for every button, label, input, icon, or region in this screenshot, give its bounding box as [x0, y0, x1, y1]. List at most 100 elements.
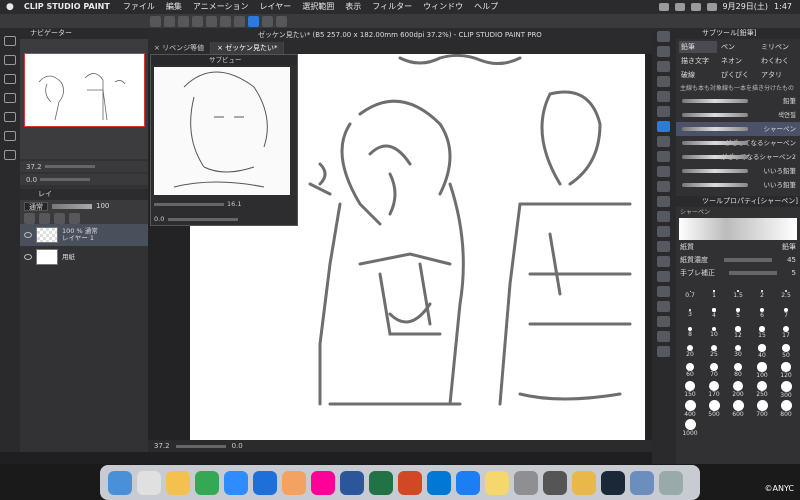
zoom-slider[interactable] — [44, 165, 95, 168]
brush-size-cell[interactable]: 4 — [702, 304, 726, 323]
opacity-slider[interactable] — [52, 203, 92, 209]
brush-size-cell[interactable]: 400 — [678, 399, 702, 418]
visibility-icon[interactable] — [24, 232, 32, 238]
subtool-tab[interactable]: 描き文字 — [679, 55, 717, 67]
airbrush-tool-icon[interactable] — [657, 166, 670, 177]
eyedropper-tool-icon[interactable] — [657, 106, 670, 117]
brush-item[interactable]: がざってなるシャーペン2 — [676, 150, 800, 164]
status-angle[interactable]: 0.0 — [232, 442, 243, 450]
dock-app-icon[interactable] — [572, 470, 596, 495]
brush-size-cell[interactable]: 70 — [702, 361, 726, 380]
menu-file[interactable]: ファイル — [123, 0, 155, 14]
brush-item[interactable]: いいろ鉛筆 — [676, 164, 800, 178]
dock-app-icon[interactable] — [224, 470, 248, 495]
subtool-tab[interactable]: ペン — [719, 41, 757, 53]
brush-item[interactable]: 鉛筆 — [676, 94, 800, 108]
pen-tool-icon[interactable] — [657, 136, 670, 147]
subtool-tab[interactable]: ネオン — [719, 55, 757, 67]
status-zoom-slider[interactable] — [175, 444, 226, 448]
brush-size-cell[interactable]: 300 — [774, 380, 798, 399]
snap-ruler-icon[interactable] — [248, 15, 259, 27]
panel-icon[interactable] — [4, 150, 16, 160]
brush-size-cell[interactable]: 600 — [726, 399, 750, 418]
dock-app-icon[interactable] — [369, 470, 393, 495]
brush-size-cell[interactable]: 30 — [726, 342, 750, 361]
text-tool-icon[interactable] — [657, 301, 670, 312]
app-menu[interactable]: CLIP STUDIO PAINT — [24, 0, 110, 14]
brush-size-cell[interactable]: 17 — [774, 323, 798, 342]
menu-view[interactable]: 表示 — [345, 0, 361, 14]
blend-mode-select[interactable]: 通常 — [24, 201, 48, 211]
subview-image[interactable] — [154, 67, 290, 195]
brush-size-cell[interactable]: 100 — [750, 361, 774, 380]
dock-app-icon[interactable] — [137, 470, 161, 495]
dock-app-icon[interactable] — [514, 470, 538, 495]
brush-size-cell[interactable]: 2 — [750, 285, 774, 304]
color-swatch-icon[interactable] — [657, 346, 670, 357]
folder-icon[interactable] — [39, 212, 50, 224]
move-tool-icon[interactable] — [657, 76, 670, 87]
angle-value[interactable]: 0.0 — [26, 176, 37, 184]
cloud-icon[interactable] — [658, 3, 669, 11]
brush-size-cell[interactable]: 10 — [702, 323, 726, 342]
dock-app-icon[interactable] — [282, 470, 306, 495]
dock-app-icon[interactable] — [601, 470, 625, 495]
decoration-tool-icon[interactable] — [657, 181, 670, 192]
menu-layer[interactable]: レイヤー — [260, 0, 292, 14]
brush-size-cell[interactable]: 800 — [774, 399, 798, 418]
dock-app-icon[interactable] — [630, 470, 654, 495]
density-slider[interactable] — [723, 257, 772, 262]
operation-tool-icon[interactable] — [657, 61, 670, 72]
brush-size-cell[interactable]: 50 — [774, 342, 798, 361]
blend-tool-icon[interactable] — [657, 211, 670, 222]
brush-item[interactable]: いいろ鉛筆 — [676, 178, 800, 192]
brush-size-cell[interactable]: 8 — [678, 323, 702, 342]
panel-icon[interactable] — [4, 131, 16, 141]
snap-point-icon[interactable] — [276, 15, 287, 27]
navigator-thumbnail[interactable] — [24, 53, 145, 127]
gradient-tool-icon[interactable] — [657, 241, 670, 252]
brush-size-cell[interactable]: 120 — [774, 361, 798, 380]
brush-size-cell[interactable]: 1.5 — [726, 285, 750, 304]
menu-window[interactable]: ウィンドウ — [423, 0, 463, 14]
trash-icon[interactable] — [69, 212, 80, 224]
dock-app-icon[interactable] — [195, 470, 219, 495]
pencil-tool-icon[interactable] — [657, 121, 670, 132]
dock-app-icon[interactable] — [340, 470, 364, 495]
brush-size-cell[interactable]: 1000 — [678, 418, 702, 437]
brush-size-cell[interactable]: 150 — [678, 380, 702, 399]
property-row[interactable]: 紙質濃度 45 — [676, 253, 800, 266]
dock-app-icon[interactable] — [543, 470, 567, 495]
angle-slider[interactable] — [40, 178, 91, 181]
redo-icon[interactable] — [164, 15, 175, 27]
menu-selection[interactable]: 選択範囲 — [302, 0, 334, 14]
brush-size-cell[interactable]: 60 — [678, 361, 702, 380]
figure-tool-icon[interactable] — [657, 256, 670, 267]
tab-zekken[interactable]: × ゼッケン見たい* — [211, 42, 285, 54]
brush-size-cell[interactable]: 1 — [702, 285, 726, 304]
brush-size-cell[interactable]: 170 — [702, 380, 726, 399]
menu-edit[interactable]: 編集 — [166, 0, 182, 14]
fill-icon[interactable] — [192, 15, 203, 27]
panel-icon[interactable] — [4, 55, 16, 65]
brush-item[interactable]: がざってなるシャーペン — [676, 136, 800, 150]
brush-size-cell[interactable]: 2.5 — [774, 285, 798, 304]
subtool-tab[interactable]: アタリ — [759, 69, 797, 81]
dock-app-icon[interactable] — [253, 470, 277, 495]
dock-app-icon[interactable] — [485, 470, 509, 495]
dock-app-icon[interactable] — [427, 470, 451, 495]
dock-app-icon[interactable] — [311, 470, 335, 495]
subview-angle-slider[interactable] — [168, 217, 239, 221]
brush-item[interactable]: シャーペン — [676, 122, 800, 136]
clear-icon[interactable] — [178, 15, 189, 27]
dock-app-icon[interactable] — [456, 470, 480, 495]
brush-size-cell[interactable]: 5 — [726, 304, 750, 323]
brush-size-cell[interactable]: 25 — [702, 342, 726, 361]
date-text[interactable]: 9月29日(土) — [723, 0, 769, 14]
layer-row[interactable]: 100 % 通常 レイヤー 1 — [20, 224, 148, 246]
brush-size-cell[interactable]: 15 — [750, 323, 774, 342]
subtool-tab[interactable]: 破線 — [679, 69, 717, 81]
brush-size-cell[interactable]: 500 — [702, 399, 726, 418]
fill-tool-icon[interactable] — [657, 226, 670, 237]
panel-icon[interactable] — [4, 74, 16, 84]
